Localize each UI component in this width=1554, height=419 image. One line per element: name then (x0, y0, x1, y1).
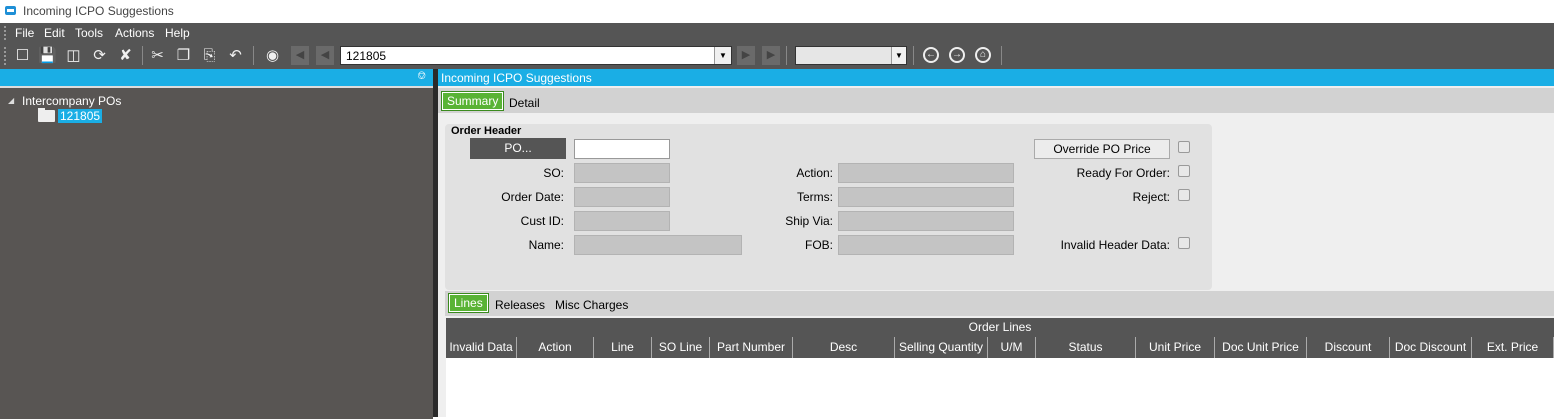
menu-bar: File Edit Tools Actions Help (0, 23, 1554, 43)
folder-icon (38, 108, 55, 122)
override-po-price-button[interactable]: Override PO Price (1034, 139, 1170, 159)
window-title: Incoming ICPO Suggestions (23, 4, 174, 18)
secondary-combobox[interactable]: ▼ (795, 46, 907, 65)
toolbar-separator (253, 46, 254, 65)
first-record-icon[interactable]: ◀ (291, 46, 309, 65)
invalid-header-data-checkbox[interactable] (1178, 237, 1190, 249)
terms-label: Terms: (797, 190, 833, 204)
ship-via-label: Ship Via: (785, 214, 833, 228)
name-field (574, 235, 742, 255)
expand-arrow-icon[interactable]: ◢ (8, 96, 14, 105)
column-header[interactable]: Invalid Data (446, 337, 517, 358)
reject-label: Reject: (1132, 190, 1170, 204)
tree-panel: ◢ Intercompany POs 121805 (0, 86, 433, 419)
so-label: SO: (543, 166, 564, 180)
column-header[interactable]: SO Line (652, 337, 710, 358)
grid-header: Invalid Data Action Line SO Line Part Number… (446, 337, 1554, 358)
so-field (574, 163, 670, 183)
column-header[interactable]: Discount (1307, 337, 1390, 358)
save-icon[interactable]: 💾 (38, 46, 57, 65)
tab-detail[interactable]: Detail (509, 96, 540, 110)
home-icon[interactable]: ⌂ (975, 47, 991, 63)
fob-field (838, 235, 1014, 255)
order-date-label: Order Date: (501, 190, 564, 204)
cut-icon[interactable]: ✂ (148, 46, 167, 65)
panel-header: Incoming ICPO Suggestions (438, 69, 1554, 86)
tab-summary[interactable]: Summary (441, 91, 505, 111)
action-label: Action: (796, 166, 833, 180)
key-combobox[interactable]: 121805 ▼ (340, 46, 732, 65)
main-tab-bar: Summary Detail (438, 88, 1554, 113)
override-po-price-checkbox[interactable] (1178, 141, 1190, 153)
lines-tab-bar: Lines Releases Misc Charges (445, 291, 1554, 316)
menu-help[interactable]: Help (165, 26, 190, 40)
grid-body[interactable] (446, 358, 1554, 417)
cust-id-field (574, 211, 670, 231)
title-bar: Incoming ICPO Suggestions (0, 0, 1554, 23)
column-header[interactable]: Action (517, 337, 594, 358)
delete-icon[interactable]: ◫ (64, 46, 83, 65)
copy-icon[interactable]: ❐ (174, 46, 193, 65)
order-date-field (574, 187, 670, 207)
chevron-down-icon[interactable]: ▼ (891, 47, 906, 64)
toolbar-separator (913, 46, 914, 65)
order-header-title: Order Header (451, 125, 522, 137)
column-header[interactable]: Line (594, 337, 652, 358)
toolbar-separator (142, 46, 143, 65)
menu-tools[interactable]: Tools (75, 26, 103, 40)
menu-edit[interactable]: Edit (44, 26, 65, 40)
menu-grip (4, 26, 8, 40)
tree-selected-node[interactable]: 121805 (58, 109, 103, 123)
refresh-icon[interactable]: ⟳ (90, 46, 109, 65)
back-icon[interactable]: ← (923, 47, 939, 63)
menu-file[interactable]: File (15, 26, 34, 40)
undo-icon[interactable]: ↶ (226, 46, 245, 65)
po-button[interactable]: PO... (470, 138, 566, 159)
column-header[interactable]: Desc (793, 337, 895, 358)
next-record-icon[interactable]: ▶ (737, 46, 755, 65)
action-field (838, 163, 1014, 183)
tree-root-label[interactable]: Intercompany POs (22, 94, 121, 108)
ship-via-field (838, 211, 1014, 231)
column-header[interactable]: Doc Discount (1390, 337, 1472, 358)
grid-title: Order Lines (446, 318, 1554, 337)
toolbar-separator (786, 46, 787, 65)
toolbar-grip (4, 47, 8, 65)
column-header[interactable]: U/M (988, 337, 1036, 358)
new-icon[interactable]: ☐ (13, 46, 32, 65)
name-label: Name: (528, 238, 564, 252)
column-header[interactable]: Status (1036, 337, 1136, 358)
tab-misc-charges[interactable]: Misc Charges (555, 298, 628, 312)
cust-id-label: Cust ID: (520, 214, 564, 228)
clear-icon[interactable]: ✘ (116, 46, 135, 65)
ready-for-order-label: Ready For Order: (1076, 166, 1170, 180)
paste-icon[interactable]: ⎘ (200, 46, 219, 65)
column-header[interactable]: Doc Unit Price (1215, 337, 1307, 358)
terms-field (838, 187, 1014, 207)
po-field[interactable] (574, 139, 670, 159)
prev-record-icon[interactable]: ◀ (316, 46, 334, 65)
tree-panel-header: ⎊ (0, 69, 433, 86)
fob-label: FOB: (804, 238, 833, 252)
column-header[interactable]: Part Number (710, 337, 793, 358)
column-header[interactable]: Unit Price (1136, 337, 1215, 358)
tab-releases[interactable]: Releases (495, 298, 545, 312)
forward-icon[interactable]: → (949, 47, 965, 63)
toolbar-separator (1001, 46, 1002, 65)
toolbar: ☐ 💾 ◫ ⟳ ✘ ✂ ❐ ⎘ ↶ ◉ ◀ ◀ 121805 ▼ ▶ ▶ ▼ ←… (0, 43, 1554, 69)
column-header[interactable]: Selling Quantity (895, 337, 988, 358)
panel-title: Incoming ICPO Suggestions (441, 71, 592, 85)
chevron-down-icon[interactable]: ▼ (714, 47, 731, 64)
tab-lines[interactable]: Lines (448, 293, 489, 313)
pin-icon[interactable]: ⎊ (417, 70, 426, 83)
ready-for-order-checkbox[interactable] (1178, 165, 1190, 177)
menu-actions[interactable]: Actions (115, 26, 154, 40)
invalid-header-data-label: Invalid Header Data: (1060, 238, 1170, 252)
last-record-icon[interactable]: ▶ (762, 46, 780, 65)
app-icon (5, 6, 16, 15)
search-icon[interactable]: ◉ (263, 46, 282, 65)
reject-checkbox[interactable] (1178, 189, 1190, 201)
key-value: 121805 (346, 49, 387, 63)
column-header[interactable]: Ext. Price (1472, 337, 1554, 358)
